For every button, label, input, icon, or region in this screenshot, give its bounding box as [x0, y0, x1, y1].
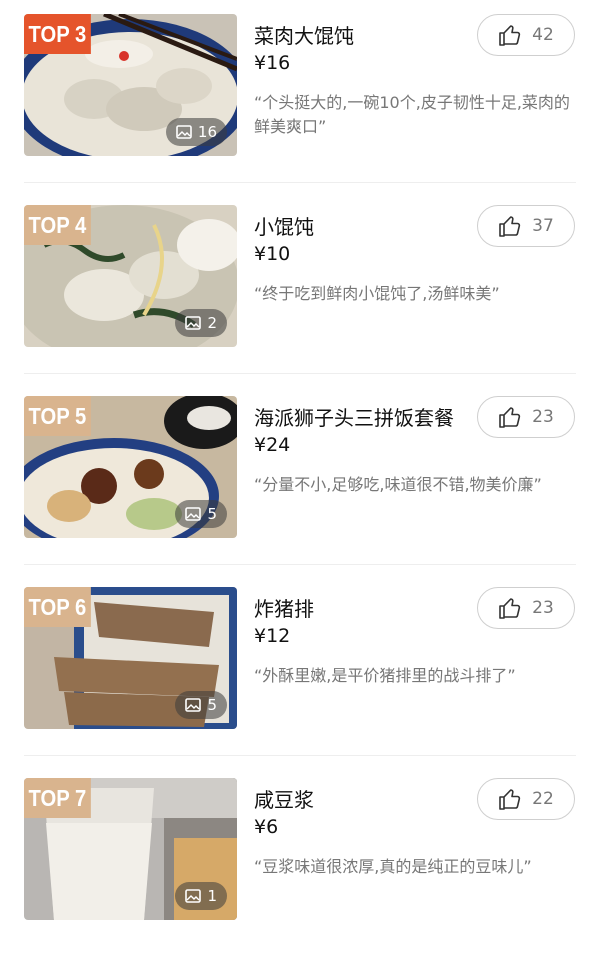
like-count: 23: [532, 598, 554, 618]
dish-item-top6[interactable]: TOP 6 5 炸猪排 ¥12 “外酥里嫩,是平价猪排里的战斗排了” 23: [0, 573, 600, 763]
like-count: 22: [532, 789, 554, 809]
image-icon: [185, 698, 202, 712]
like-count: 42: [532, 25, 554, 45]
dish-item-top7[interactable]: TOP 7 1 咸豆浆 ¥6 “豆浆味道很浓厚,真的是纯正的豆味儿” 22: [0, 764, 600, 954]
dish-item-top4[interactable]: TOP 4 2 小馄饨 ¥10 “终于吃到鲜肉小馄饨了,汤鲜味美” 37: [0, 191, 600, 381]
dish-item-top3[interactable]: TOP 3 16 菜肉大馄饨 ¥16 “个头挺大的,一碗10个,皮子韧性十足,菜…: [0, 0, 600, 190]
photo-count: 5: [207, 696, 217, 714]
dish-price: ¥12: [254, 625, 291, 647]
photo-count: 2: [207, 314, 217, 332]
divider: [24, 755, 576, 756]
dish-item-top5[interactable]: TOP 5 5 海派狮子头三拼饭套餐 ¥24 “分量不小,足够吃,味道很不错,物…: [0, 382, 600, 572]
photo-count: 16: [197, 123, 217, 141]
divider: [24, 182, 576, 183]
rank-badge: TOP 7: [24, 778, 91, 818]
thumbs-up-icon: [499, 407, 521, 428]
thumbs-up-icon: [499, 598, 521, 619]
dish-name: 炸猪排: [254, 597, 314, 621]
photo-count-badge: 16: [165, 118, 227, 146]
like-count: 37: [532, 216, 554, 236]
dish-price: ¥24: [254, 434, 291, 456]
thumbs-up-icon: [499, 789, 521, 810]
photo-count-badge: 5: [175, 500, 227, 528]
dish-price: ¥6: [254, 816, 279, 838]
dish-name: 菜肉大馄饨: [254, 24, 354, 48]
review-quote: “个头挺大的,一碗10个,皮子韧性十足,菜肉的鲜美爽口”: [254, 93, 570, 136]
dish-photo[interactable]: TOP 6 5: [24, 587, 237, 729]
like-button[interactable]: 23: [477, 396, 575, 438]
image-icon: [185, 889, 202, 903]
image-icon: [176, 125, 192, 139]
divider: [24, 373, 576, 374]
dish-photo[interactable]: TOP 4 2: [24, 205, 237, 347]
rank-badge: TOP 5: [24, 396, 91, 436]
like-button[interactable]: 42: [477, 14, 575, 56]
photo-count-badge: 5: [175, 691, 227, 719]
dish-photo[interactable]: TOP 7 1: [24, 778, 237, 920]
rank-badge: TOP 3: [24, 14, 91, 54]
photo-count-badge: 1: [175, 882, 227, 910]
dish-name: 海派狮子头三拼饭套餐: [254, 406, 454, 430]
photo-count: 5: [207, 505, 217, 523]
dish-price: ¥16: [254, 52, 291, 74]
like-button[interactable]: 22: [477, 778, 575, 820]
thumbs-up-icon: [499, 216, 521, 237]
rank-badge: TOP 6: [24, 587, 91, 627]
image-icon: [185, 507, 202, 521]
thumbs-up-icon: [499, 25, 521, 46]
dish-photo[interactable]: TOP 5 5: [24, 396, 237, 538]
image-icon: [185, 316, 202, 330]
rank-badge: TOP 4: [24, 205, 91, 245]
divider: [24, 564, 576, 565]
dish-photo[interactable]: TOP 3 16: [24, 14, 237, 156]
like-count: 23: [532, 407, 554, 427]
like-button[interactable]: 23: [477, 587, 575, 629]
photo-count-badge: 2: [175, 309, 227, 337]
review-quote: “终于吃到鲜肉小馄饨了,汤鲜味美”: [254, 284, 500, 303]
photo-count: 1: [207, 887, 217, 905]
review-quote: “豆浆味道很浓厚,真的是纯正的豆味儿”: [254, 857, 532, 876]
like-button[interactable]: 37: [477, 205, 575, 247]
dish-name: 咸豆浆: [254, 788, 314, 812]
review-quote: “分量不小,足够吃,味道很不错,物美价廉”: [254, 475, 542, 494]
review-quote: “外酥里嫩,是平价猪排里的战斗排了”: [254, 666, 516, 685]
dish-price: ¥10: [254, 243, 291, 265]
dish-name: 小馄饨: [254, 215, 314, 239]
